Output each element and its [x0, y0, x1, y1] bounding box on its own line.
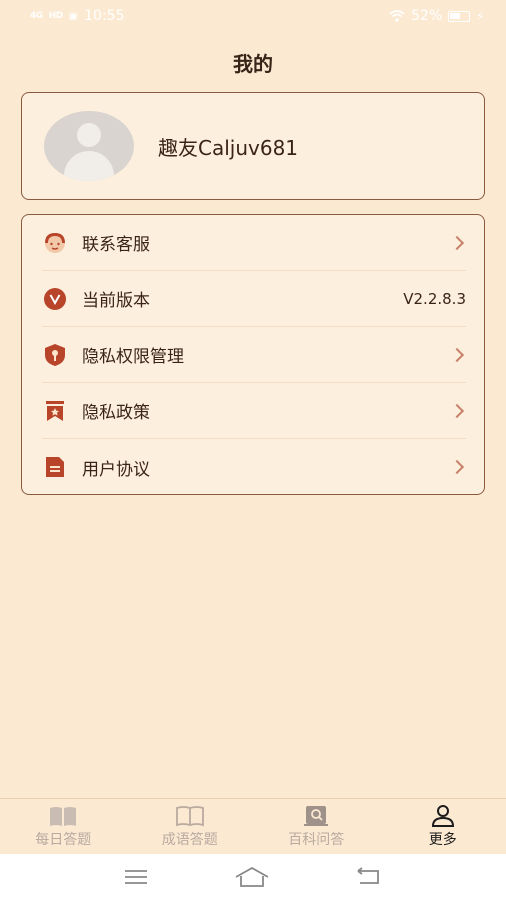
profile-card[interactable]: 趣友Caljuv681 [21, 92, 485, 200]
home-icon[interactable] [234, 866, 270, 888]
menu-item-version[interactable]: 当前版本 V2.2.8.3 [42, 271, 466, 327]
tab-label: 更多 [428, 831, 457, 848]
tab-idiom-quiz[interactable]: 成语答题 [127, 799, 254, 854]
menu-item-privacy-permissions[interactable]: 隐私权限管理 [42, 327, 466, 383]
system-nav-bar [0, 854, 506, 900]
version-icon [42, 287, 68, 311]
customer-service-icon [42, 231, 68, 255]
bookmark-star-icon [42, 399, 68, 423]
tab-label: 每日答题 [35, 831, 92, 848]
version-value: V2.2.8.3 [403, 289, 466, 308]
bottom-tab-bar: 每日答题 成语答题 百科问答 更多 [0, 798, 506, 854]
wifi-icon [389, 10, 405, 22]
battery-percent: 52% [411, 8, 443, 24]
open-book-icon [50, 806, 77, 826]
signal-icon: 4G [30, 11, 43, 21]
status-bar: 4G HD ▣ 10:55 52% ⚡ [0, 0, 506, 32]
avatar-body [64, 151, 114, 181]
chevron-right-icon [449, 459, 465, 475]
menu-icon[interactable] [123, 868, 149, 886]
tab-more[interactable]: 更多 [380, 799, 506, 854]
menu-item-label: 隐私权限管理 [82, 347, 184, 367]
tab-encyclopedia-qa[interactable]: 百科问答 [253, 799, 380, 854]
menu-item-label: 当前版本 [82, 291, 150, 311]
signal-icon-2: HD [48, 11, 64, 21]
menu-item-label: 用户协议 [82, 459, 150, 480]
chevron-right-icon [449, 403, 465, 418]
status-right: 52% ⚡ [389, 8, 484, 24]
menu-item-customer-service[interactable]: 联系客服 [42, 215, 466, 271]
menu-item-privacy-policy[interactable]: 隐私政策 [42, 383, 466, 439]
book-outline-icon [175, 805, 204, 826]
chevron-right-icon [449, 347, 465, 362]
shield-lock-icon [42, 343, 68, 367]
person-icon [431, 804, 454, 827]
username: 趣友Caljuv681 [158, 135, 299, 160]
status-left: 4G HD ▣ 10:55 [30, 8, 124, 24]
battery-icon [448, 10, 471, 22]
chevron-right-icon [449, 235, 465, 250]
search-book-icon [304, 805, 329, 826]
back-icon[interactable] [355, 867, 383, 887]
status-time: 10:55 [84, 8, 125, 24]
avatar-head [77, 123, 101, 147]
tab-label: 成语答题 [161, 831, 218, 848]
tab-daily-quiz[interactable]: 每日答题 [0, 799, 127, 854]
menu-item-user-agreement[interactable]: 用户协议 [42, 439, 466, 495]
nfc-icon: ▣ [68, 10, 79, 22]
avatar[interactable] [44, 111, 134, 181]
tab-label: 百科问答 [288, 831, 345, 848]
page-title: 我的 [233, 52, 273, 76]
charging-icon: ⚡ [476, 9, 484, 23]
menu-card: 联系客服 当前版本 V2.2.8.3 隐私权限管理 隐私政策 用户协议 [21, 214, 485, 495]
menu-item-label: 隐私政策 [82, 403, 150, 423]
menu-item-label: 联系客服 [82, 235, 150, 255]
document-icon [42, 455, 68, 479]
